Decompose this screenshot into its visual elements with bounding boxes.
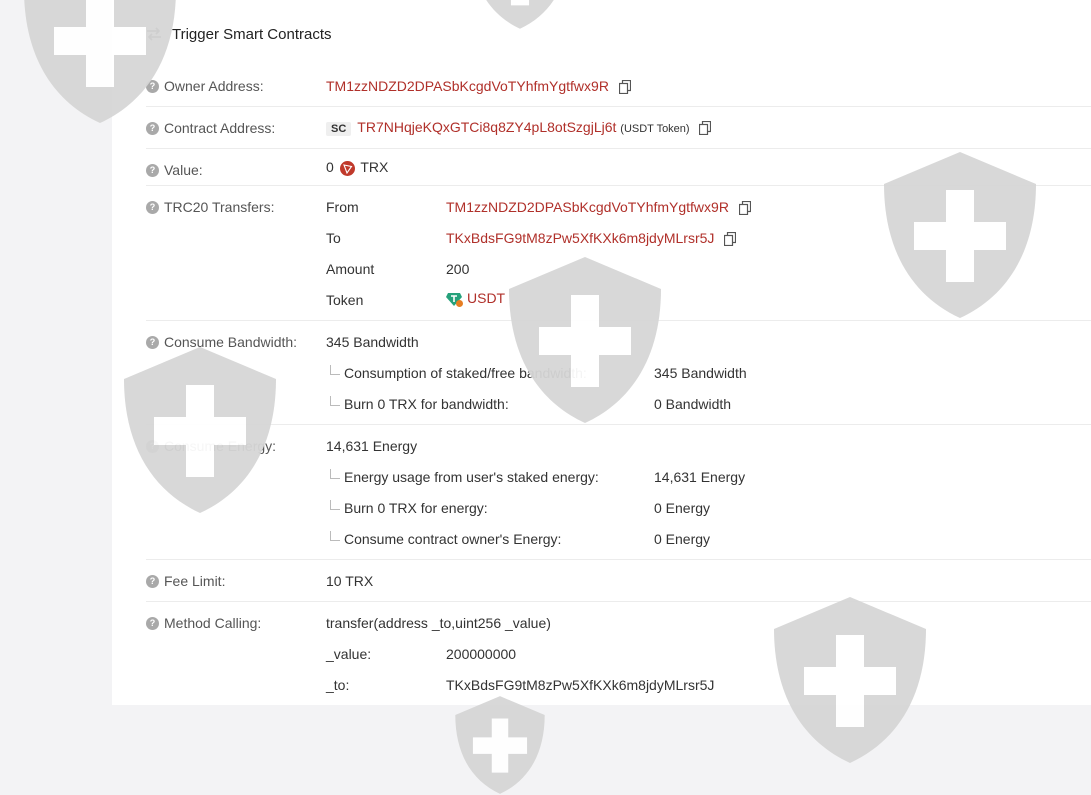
question-circle-icon[interactable]: ? xyxy=(146,336,159,349)
energy-staked-label: Energy usage from user's staked energy: xyxy=(344,469,599,485)
bandwidth-burn-value: 0 Bandwidth xyxy=(654,396,732,412)
consume-energy-label: Consume Energy: xyxy=(164,438,277,454)
tron-logo-icon xyxy=(339,160,355,176)
energy-owner-label: Consume contract owner's Energy: xyxy=(344,531,562,547)
param-value-value: 200000000 xyxy=(446,646,517,662)
fee-limit-label: Fee Limit: xyxy=(164,573,226,589)
tree-connector xyxy=(330,500,340,510)
bandwidth-burn-label: Burn 0 TRX for bandwidth: xyxy=(344,396,509,412)
fee-limit-value: 10 TRX xyxy=(326,573,374,589)
owner-address-label: Owner Address: xyxy=(164,78,264,94)
question-circle-icon[interactable]: ? xyxy=(146,440,159,453)
copy-icon[interactable] xyxy=(619,80,631,94)
contract-address-label: Contract Address: xyxy=(164,120,276,136)
consume-bandwidth-label: Consume Bandwidth: xyxy=(164,334,298,350)
page-title: Trigger Smart Contracts xyxy=(172,25,332,43)
amount-value: 200 xyxy=(446,261,470,277)
consume-energy-row: ? Consume Energy: 14,631 Energy Energy u… xyxy=(146,425,1091,560)
token-link[interactable]: USDT xyxy=(467,290,505,306)
energy-total: 14,631 Energy xyxy=(326,438,418,454)
energy-staked-value: 14,631 Energy xyxy=(654,469,746,485)
usdt-token-icon xyxy=(446,292,463,307)
value-unit: TRX xyxy=(360,159,389,175)
method-signature: transfer(address _to,uint256 _value) xyxy=(326,615,551,631)
shield-cross-icon xyxy=(440,695,560,795)
value-row: ? Value: 0 TRX xyxy=(146,149,1091,186)
trc20-transfers-row: ? TRC20 Transfers: From TM1zzNDZD2DPASbK… xyxy=(146,186,1091,321)
owner-address-link[interactable]: TM1zzNDZD2DPASbKcgdVoTYhfmYgtfwx9R xyxy=(326,78,609,94)
value-amount: 0 xyxy=(326,159,334,175)
value-label: Value: xyxy=(164,162,203,178)
trc20-transfers-label: TRC20 Transfers: xyxy=(164,199,275,215)
method-calling-label: Method Calling: xyxy=(164,615,262,631)
energy-burn-value: 0 Energy xyxy=(654,500,711,516)
from-label: From xyxy=(326,199,359,215)
question-circle-icon[interactable]: ? xyxy=(146,80,159,93)
contract-token-tag: (USDT Token) xyxy=(620,123,690,135)
bandwidth-total: 345 Bandwidth xyxy=(326,334,419,350)
fee-limit-row: ? Fee Limit: 10 TRX xyxy=(146,560,1091,602)
tree-connector xyxy=(330,365,340,375)
energy-burn-label: Burn 0 TRX for energy: xyxy=(344,500,488,516)
param-to-name: _to: xyxy=(326,677,350,693)
swap-arrows-icon xyxy=(147,27,161,41)
from-address-link[interactable]: TM1zzNDZD2DPASbKcgdVoTYhfmYgtfwx9R xyxy=(446,199,729,215)
question-circle-icon[interactable]: ? xyxy=(146,201,159,214)
tree-connector xyxy=(330,469,340,479)
amount-label: Amount xyxy=(326,261,375,277)
question-circle-icon[interactable]: ? xyxy=(146,164,159,177)
bandwidth-staked-value: 345 Bandwidth xyxy=(654,365,747,381)
copy-icon[interactable] xyxy=(724,232,736,246)
question-circle-icon[interactable]: ? xyxy=(146,575,159,588)
token-label: Token xyxy=(326,292,364,308)
bandwidth-staked-label: Consumption of staked/free bandwidth: xyxy=(344,365,587,381)
consume-bandwidth-row: ? Consume Bandwidth: 345 Bandwidth Consu… xyxy=(146,321,1091,425)
question-circle-icon[interactable]: ? xyxy=(146,122,159,135)
tree-connector xyxy=(330,531,340,541)
tree-connector xyxy=(330,396,340,406)
method-calling-row: ? Method Calling: transfer(address _to,u… xyxy=(146,602,1091,705)
owner-address-row: ? Owner Address: TM1zzNDZD2DPASbKcgdVoTY… xyxy=(146,70,1091,107)
section-header: Trigger Smart Contracts xyxy=(146,22,332,46)
param-to-value: TKxBdsFG9tM8zPw5XfKXk6m8jdyMLrsr5J xyxy=(446,677,715,693)
param-value-name: _value: xyxy=(326,646,372,662)
to-label: To xyxy=(326,230,341,246)
copy-icon[interactable] xyxy=(699,121,711,135)
contract-address-row: ? Contract Address: SC TR7NHqjeKQxGTCi8q8… xyxy=(146,107,1091,149)
smart-contract-badge: SC xyxy=(326,122,352,136)
question-circle-icon[interactable]: ? xyxy=(146,617,159,630)
contract-address-link[interactable]: TR7NHqjeKQxGTCi8q8ZY4pL8otSzgjLj6t xyxy=(357,119,616,135)
copy-icon[interactable] xyxy=(739,201,751,215)
energy-owner-value: 0 Energy xyxy=(654,531,711,547)
to-address-link[interactable]: TKxBdsFG9tM8zPw5XfKXk6m8jdyMLrsr5J xyxy=(446,230,714,246)
